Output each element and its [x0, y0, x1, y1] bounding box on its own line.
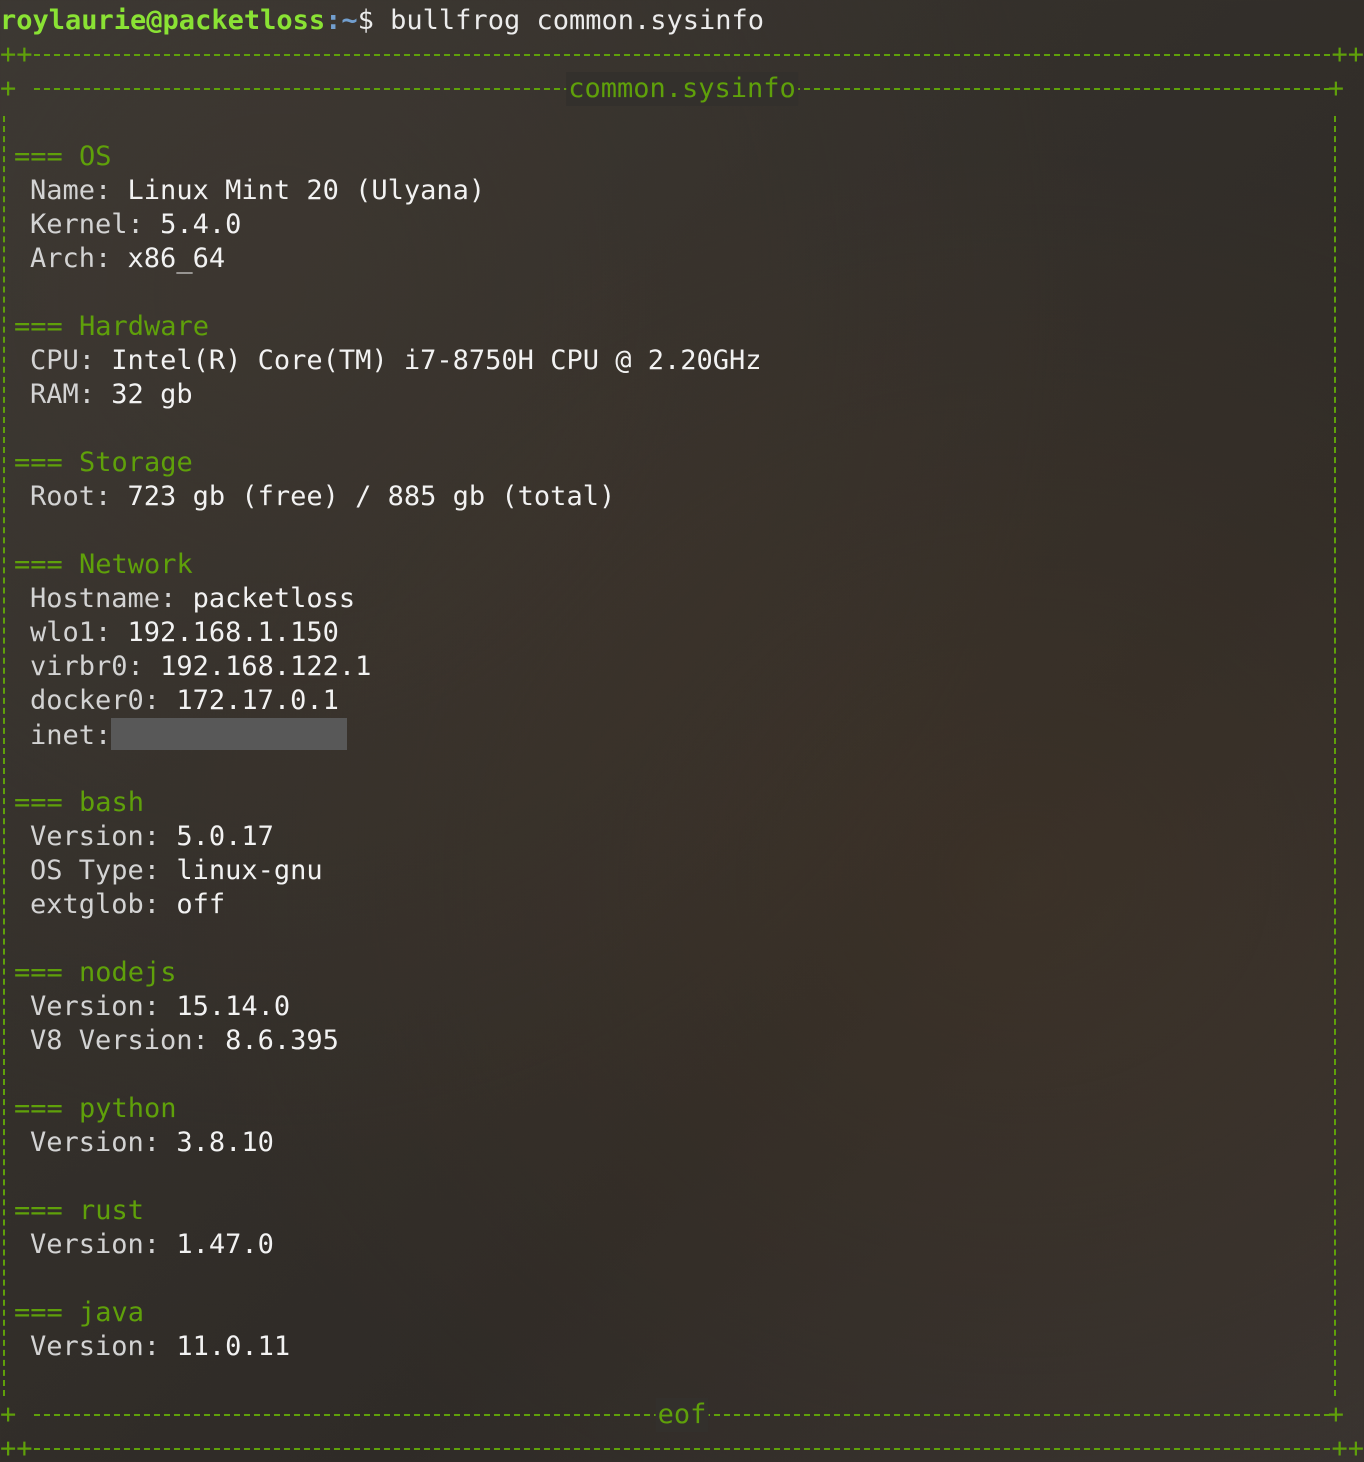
bash-version-key: Version:: [30, 821, 161, 852]
rust-version-row: Version: 1.47.0: [30, 1228, 274, 1262]
prompt-path: :~: [325, 5, 358, 36]
bash-ostype-key: OS Type:: [30, 855, 161, 886]
top-rule-right: ++: [1331, 39, 1364, 70]
bash-ostype-value: linux-gnu: [176, 855, 323, 886]
prompt-user-host: roylaurie@packetloss: [0, 5, 326, 36]
network-inet-key: inet:: [30, 720, 112, 751]
bash-extglob-value: off: [176, 889, 226, 920]
os-kernel-row: Kernel: 5.4.0: [30, 208, 241, 242]
network-hostname-row: Hostname: packetloss: [30, 582, 355, 616]
network-wlo1-value: 192.168.1.150: [127, 617, 339, 648]
os-name-row: Name: Linux Mint 20 (Ulyana): [30, 174, 485, 208]
python-version-key: Version:: [30, 1127, 161, 1158]
network-wlo1-row: wlo1: 192.168.1.150: [30, 616, 339, 650]
title-rule: + common.sysinfo +: [0, 72, 1364, 106]
title-rule-corner-right: +: [1327, 73, 1344, 104]
network-inet-row: inet:: [30, 718, 348, 752]
network-docker0-row: docker0: 172.17.0.1: [30, 684, 339, 718]
bash-extglob-row: extglob: off: [30, 888, 225, 922]
section-heading-nodejs: === nodejs: [14, 957, 177, 988]
title-rule-corner-left: +: [0, 73, 17, 104]
network-docker0-key: docker0:: [30, 685, 161, 716]
os-name-value: Linux Mint 20 (Ulyana): [127, 175, 486, 206]
os-name-key: Name:: [30, 175, 112, 206]
eof-rule: + eof +: [0, 1398, 1364, 1432]
eof-title: eof: [655, 1398, 709, 1432]
network-wlo1-key: wlo1:: [30, 617, 112, 648]
box-border-left: [3, 116, 5, 1396]
section-heading-rust: === rust: [14, 1195, 145, 1226]
section-heading-python: === python: [14, 1093, 177, 1124]
network-virbr0-key: virbr0:: [30, 651, 144, 682]
nodejs-v8-row: V8 Version: 8.6.395: [30, 1024, 339, 1058]
nodejs-v8-value: 8.6.395: [225, 1025, 339, 1056]
nodejs-version-row: Version: 15.14.0: [30, 990, 290, 1024]
eof-rule-corner-left: +: [0, 1399, 17, 1430]
os-arch-key: Arch:: [30, 243, 112, 274]
python-version-value: 3.8.10: [176, 1127, 274, 1158]
rust-version-value: 1.47.0: [176, 1229, 274, 1260]
java-version-value: 11.0.11: [176, 1331, 291, 1362]
top-rule-left: ++: [0, 39, 33, 70]
os-kernel-key: Kernel:: [30, 209, 144, 240]
bottom-rule-right: ++: [1331, 1433, 1364, 1462]
redacted-inet-value: [111, 718, 348, 750]
section-heading-hardware: === Hardware: [14, 311, 210, 342]
bash-ostype-row: OS Type: linux-gnu: [30, 854, 323, 888]
nodejs-version-key: Version:: [30, 991, 161, 1022]
section-heading-java: === java: [14, 1297, 145, 1328]
hardware-cpu-row: CPU: Intel(R) Core(TM) i7-8750H CPU @ 2.…: [30, 344, 762, 378]
section-heading-storage: === Storage: [14, 447, 193, 478]
top-rule: ++ ++: [0, 38, 1364, 72]
os-arch-row: Arch: x86_64: [30, 242, 225, 276]
python-version-row: Version: 3.8.10: [30, 1126, 274, 1160]
hardware-ram-key: RAM:: [30, 379, 96, 410]
box-title: common.sysinfo: [566, 72, 798, 106]
bash-extglob-key: extglob:: [30, 889, 161, 920]
eof-rule-corner-right: +: [1327, 1399, 1344, 1430]
network-virbr0-value: 192.168.122.1: [160, 651, 372, 682]
storage-root-value: 723 gb (free) / 885 gb (total): [127, 481, 616, 512]
network-docker0-value: 172.17.0.1: [176, 685, 339, 716]
prompt-command: bullfrog common.sysinfo: [390, 5, 765, 36]
hardware-cpu-value: Intel(R) Core(TM) i7-8750H CPU @ 2.20GHz: [111, 345, 762, 376]
hardware-cpu-key: CPU:: [30, 345, 96, 376]
box-border-right: [1334, 116, 1336, 1396]
bottom-rule: ++ ++: [0, 1432, 1364, 1462]
network-virbr0-row: virbr0: 192.168.122.1: [30, 650, 371, 684]
section-heading-network: === Network: [14, 549, 193, 580]
bash-version-value: 5.0.17: [176, 821, 274, 852]
os-kernel-value: 5.4.0: [160, 209, 242, 240]
nodejs-v8-key: V8 Version:: [30, 1025, 209, 1056]
section-heading-bash: === bash: [14, 787, 145, 818]
rust-version-key: Version:: [30, 1229, 161, 1260]
network-hostname-value: packetloss: [192, 583, 356, 614]
prompt-symbol: $: [357, 5, 374, 36]
storage-root-key: Root:: [30, 481, 112, 512]
network-hostname-key: Hostname:: [30, 583, 177, 614]
nodejs-version-value: 15.14.0: [176, 991, 291, 1022]
hardware-ram-value: 32 gb: [111, 379, 193, 410]
hardware-ram-row: RAM: 32 gb: [30, 378, 193, 412]
section-heading-os: === OS: [14, 141, 112, 172]
prompt-line: roylaurie@packetloss:~$ bullfrog common.…: [0, 4, 764, 38]
bash-version-row: Version: 5.0.17: [30, 820, 274, 854]
os-arch-value: x86_64: [127, 243, 226, 274]
java-version-row: Version: 11.0.11: [30, 1330, 290, 1364]
java-version-key: Version:: [30, 1331, 161, 1362]
bottom-rule-left: ++: [0, 1433, 33, 1462]
terminal-window[interactable]: roylaurie@packetloss:~$ bullfrog common.…: [0, 0, 1364, 1462]
storage-root-row: Root: 723 gb (free) / 885 gb (total): [30, 480, 615, 514]
